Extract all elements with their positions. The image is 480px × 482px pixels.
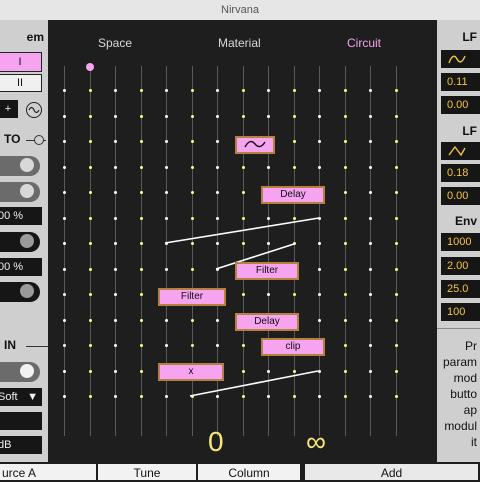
add-button[interactable]: Add [305, 464, 478, 480]
chevron-down-icon: ▼ [27, 391, 38, 403]
multiply-node[interactable]: x [158, 363, 224, 381]
env-sustain[interactable]: 25.0 [441, 280, 480, 298]
delay-node-2[interactable]: Delay [235, 313, 299, 331]
infinity-marker: ∞ [306, 426, 326, 457]
level-field[interactable]: dB [0, 436, 42, 454]
mode-ii-button[interactable]: II [0, 74, 42, 92]
toggle-3[interactable] [0, 232, 40, 252]
source-column[interactable]: urce A [0, 464, 96, 480]
env-attack[interactable]: 1000 [441, 233, 480, 251]
zero-marker: 0 [208, 426, 224, 457]
lfo-node[interactable] [235, 136, 275, 154]
left-section-title-1: em [26, 30, 44, 44]
lfo2-title: LF [462, 124, 477, 138]
filter-node-2[interactable]: Filter [158, 288, 226, 306]
env-title: Env [454, 214, 477, 228]
connection-layer [164, 217, 320, 397]
delay-node-1[interactable]: Delay [261, 186, 325, 204]
tune-column[interactable]: Tune [98, 464, 196, 480]
left-section-title-3: IN [4, 338, 16, 352]
env-release[interactable]: 100 [441, 303, 480, 321]
env-decay[interactable]: 2.00 [441, 257, 480, 275]
add-button[interactable]: + [0, 100, 18, 118]
sine-wave-icon [448, 55, 466, 64]
input-toggle[interactable] [0, 362, 40, 382]
lfo1-title: LF [462, 30, 477, 44]
value-field-1[interactable]: 00 % [0, 207, 42, 225]
column-column[interactable]: Column [198, 464, 300, 480]
circuit-editor[interactable]: Space Material Circuit Delay Filter Filt… [48, 20, 437, 462]
toggle-1[interactable] [0, 156, 40, 176]
collapse-icon[interactable] [34, 135, 44, 145]
info-text: Pr param mod butto ap modul it [442, 339, 477, 449]
saw-wave-icon [448, 145, 466, 157]
patch-cable [164, 217, 320, 244]
window-title: Nirvana [0, 0, 480, 21]
mode-select-value: Soft [0, 391, 18, 403]
right-panel: LF 0.11 0.00 LF 0.18 0.00 Env 1000 2.00 … [437, 20, 480, 462]
lfo1-shape[interactable] [441, 50, 480, 68]
mode-i-button[interactable]: I [0, 52, 42, 72]
waveform-icon[interactable] [26, 102, 42, 118]
lfo1-rate[interactable]: 0.11 [441, 73, 480, 91]
clip-node[interactable]: clip [261, 338, 325, 356]
toggle-2[interactable] [0, 182, 40, 202]
filter-node-1[interactable]: Filter [235, 262, 299, 280]
input-field[interactable] [0, 412, 42, 430]
lfo2-rate[interactable]: 0.18 [441, 164, 480, 182]
mode-select[interactable]: Soft ▼ [0, 388, 42, 406]
sine-wave-icon [244, 141, 266, 148]
toggle-4[interactable] [0, 282, 40, 302]
lfo1-amount[interactable]: 0.00 [441, 96, 480, 114]
value-field-2[interactable]: 00 % [0, 258, 42, 276]
divider [26, 346, 48, 347]
left-panel: em I II + TO 00 % 00 % IN Soft ▼ dB [0, 20, 48, 462]
lfo2-amount[interactable]: 0.00 [441, 187, 480, 205]
divider [437, 328, 480, 329]
lfo2-shape[interactable] [441, 142, 480, 160]
